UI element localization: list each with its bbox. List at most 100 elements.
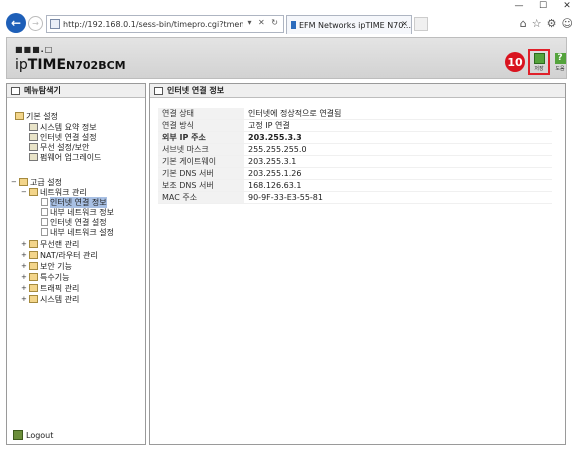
tree-label: 무선랜 관리 xyxy=(40,239,80,249)
folder-icon xyxy=(29,284,38,292)
forward-button[interactable]: → xyxy=(28,16,43,31)
back-button[interactable]: ← xyxy=(6,13,26,33)
smiley-icon[interactable]: ☺ xyxy=(562,17,573,30)
row-label: MAC 주소 xyxy=(158,191,244,204)
table-row: MAC 주소 90-9F-33-E3-55-81 xyxy=(158,191,552,204)
logo-mark: ■■■.□ xyxy=(15,45,54,54)
page-icon xyxy=(41,198,48,206)
folder-icon xyxy=(19,178,28,186)
tree-item-internet-info[interactable]: 인터넷 연결 정보 xyxy=(41,196,107,208)
page-icon xyxy=(41,228,48,236)
address-bar[interactable]: http://192.168.0.1/sess-bin/timepro.cgi?… xyxy=(46,15,284,33)
minimize-button[interactable]: — xyxy=(507,0,531,12)
tree-item-system-summary[interactable]: 시스템 요약 정보 xyxy=(29,122,97,132)
table-row: 연결 방식 고정 IP 연결 xyxy=(158,119,552,132)
tab-close-icon[interactable]: × xyxy=(401,19,408,28)
menu-explorer: 메뉴탐색기 기본 설정 시스템 요약 정보 인터넷 연결 설정 무선 설정/보안… xyxy=(6,83,146,445)
logo-model: N702BCM xyxy=(66,59,126,72)
tree-wireless-management[interactable]: + 무선랜 관리 xyxy=(21,239,79,249)
expand-icon[interactable]: + xyxy=(21,284,27,292)
tree-item-internet-setup[interactable]: 인터넷 연결 설정 xyxy=(29,132,97,142)
collapse-icon[interactable]: − xyxy=(21,188,27,196)
new-tab-button[interactable] xyxy=(414,17,428,31)
tree-item-lan-info[interactable]: 내부 네트워크 정보 xyxy=(41,207,114,217)
row-label: 기본 게이트웨이 xyxy=(158,155,244,168)
menu-explorer-title: 메뉴탐색기 xyxy=(7,84,145,98)
tree-advanced-settings[interactable]: − 고급 설정 xyxy=(11,177,62,187)
tree-label: 시스템 관리 xyxy=(40,294,80,304)
help-icon: ? xyxy=(554,52,566,64)
tree-traffic[interactable]: + 트래픽 관리 xyxy=(21,283,79,293)
tree-network-management[interactable]: − 네트워크 관리 xyxy=(21,187,87,197)
tree-label: 기본 설정 xyxy=(26,111,58,121)
expand-icon[interactable]: + xyxy=(21,262,27,270)
tree-label: 보안 기능 xyxy=(40,261,72,271)
page-icon xyxy=(41,208,48,216)
expand-icon[interactable]: + xyxy=(21,273,27,281)
folder-icon xyxy=(29,295,38,303)
row-value: 168.126.63.1 xyxy=(244,179,552,192)
tree-item-wan-setup[interactable]: 인터넷 연결 설정 xyxy=(41,217,107,227)
gear-icon[interactable]: ⚙ xyxy=(547,17,557,30)
tree-label: 특수기능 xyxy=(40,272,70,282)
collapse-icon[interactable]: − xyxy=(11,178,17,186)
star-icon[interactable]: ☆ xyxy=(532,17,542,30)
content-title-bar: 인터넷 연결 정보 xyxy=(150,84,565,98)
home-icon[interactable]: ⌂ xyxy=(520,17,527,30)
menu-icon xyxy=(29,123,38,131)
tree-item-wireless[interactable]: 무선 설정/보안 xyxy=(29,142,89,152)
expand-icon[interactable]: + xyxy=(21,251,27,259)
row-label: 보조 DNS 서버 xyxy=(158,179,244,192)
row-value: 203.255.3.1 xyxy=(244,155,552,168)
row-value: 인터넷에 정상적으로 연결됨 xyxy=(244,108,552,120)
expand-icon[interactable]: + xyxy=(21,295,27,303)
menu-icon xyxy=(29,153,38,161)
folder-icon xyxy=(29,273,38,281)
help-label: 도움 xyxy=(555,65,565,72)
row-value: 203.255.3.3 xyxy=(244,131,552,144)
step-badge: 10 xyxy=(505,52,525,72)
tree-label: 펌웨어 업그레이드 xyxy=(40,152,102,162)
tree-label: 내부 네트워크 설정 xyxy=(50,227,114,237)
help-button[interactable]: ? 도움 xyxy=(552,49,568,75)
row-label: 기본 DNS 서버 xyxy=(158,167,244,180)
tree-item-lan-setup[interactable]: 내부 네트워크 설정 xyxy=(41,227,114,237)
tree-special[interactable]: + 특수기능 xyxy=(21,272,69,282)
url-text[interactable]: http://192.168.0.1/sess-bin/timepro.cgi?… xyxy=(63,20,243,29)
toolbar-icons: ⌂ ☆ ⚙ ☺ xyxy=(520,17,573,30)
magnifier-icon xyxy=(11,86,20,95)
tree-system[interactable]: + 시스템 관리 xyxy=(21,294,79,304)
router-header: ■■■.□ ipTIMEN702BCM 10 저장 ? 도움 xyxy=(6,37,567,79)
table-row: 보조 DNS 서버 168.126.63.1 xyxy=(158,179,552,192)
row-label: 외부 IP 주소 xyxy=(158,131,244,144)
close-window-button[interactable]: ✕ xyxy=(555,0,579,12)
tree-label: NAT/라우터 관리 xyxy=(40,250,98,260)
tree-nat-router[interactable]: + NAT/라우터 관리 xyxy=(21,250,98,260)
expand-icon[interactable]: + xyxy=(21,240,27,248)
row-label: 연결 상태 xyxy=(158,108,244,120)
folder-icon xyxy=(29,188,38,196)
tree-basic-settings[interactable]: 기본 설정 xyxy=(15,111,58,121)
maximize-button[interactable]: ☐ xyxy=(531,0,555,12)
table-row: 기본 게이트웨이 203.255.3.1 xyxy=(158,155,552,168)
page-icon xyxy=(50,19,60,29)
favicon-icon xyxy=(291,21,296,29)
save-button[interactable]: 저장 xyxy=(528,49,550,75)
table-row: 기본 DNS 서버 203.255.1.26 xyxy=(158,167,552,180)
row-value: 255.255.255.0 xyxy=(244,143,552,156)
logo-prefix: ip xyxy=(15,57,28,73)
page-icon xyxy=(41,218,48,226)
menu-icon xyxy=(29,133,38,141)
folder-icon xyxy=(29,262,38,270)
browser-tab[interactable]: EFM Networks ipTIME N70... × xyxy=(286,15,412,34)
logout-link[interactable]: Logout xyxy=(13,430,53,440)
menu-tree: 기본 설정 시스템 요약 정보 인터넷 연결 설정 무선 설정/보안 펌웨어 업… xyxy=(7,98,145,444)
tree-security[interactable]: + 보안 기능 xyxy=(21,261,72,271)
refresh-icon[interactable]: ▾ ✕ ↻ xyxy=(247,18,280,27)
connection-info-table: 연결 상태 인터넷에 정상적으로 연결됨 연결 방식 고정 IP 연결 외부 IP … xyxy=(158,108,552,204)
browser-chrome: — ☐ ✕ ← → http://192.168.0.1/sess-bin/ti… xyxy=(0,0,579,37)
row-label: 연결 방식 xyxy=(158,119,244,132)
tree-item-firmware[interactable]: 펌웨어 업그레이드 xyxy=(29,152,101,162)
window-controls: — ☐ ✕ xyxy=(507,0,579,12)
folder-icon xyxy=(15,112,24,120)
